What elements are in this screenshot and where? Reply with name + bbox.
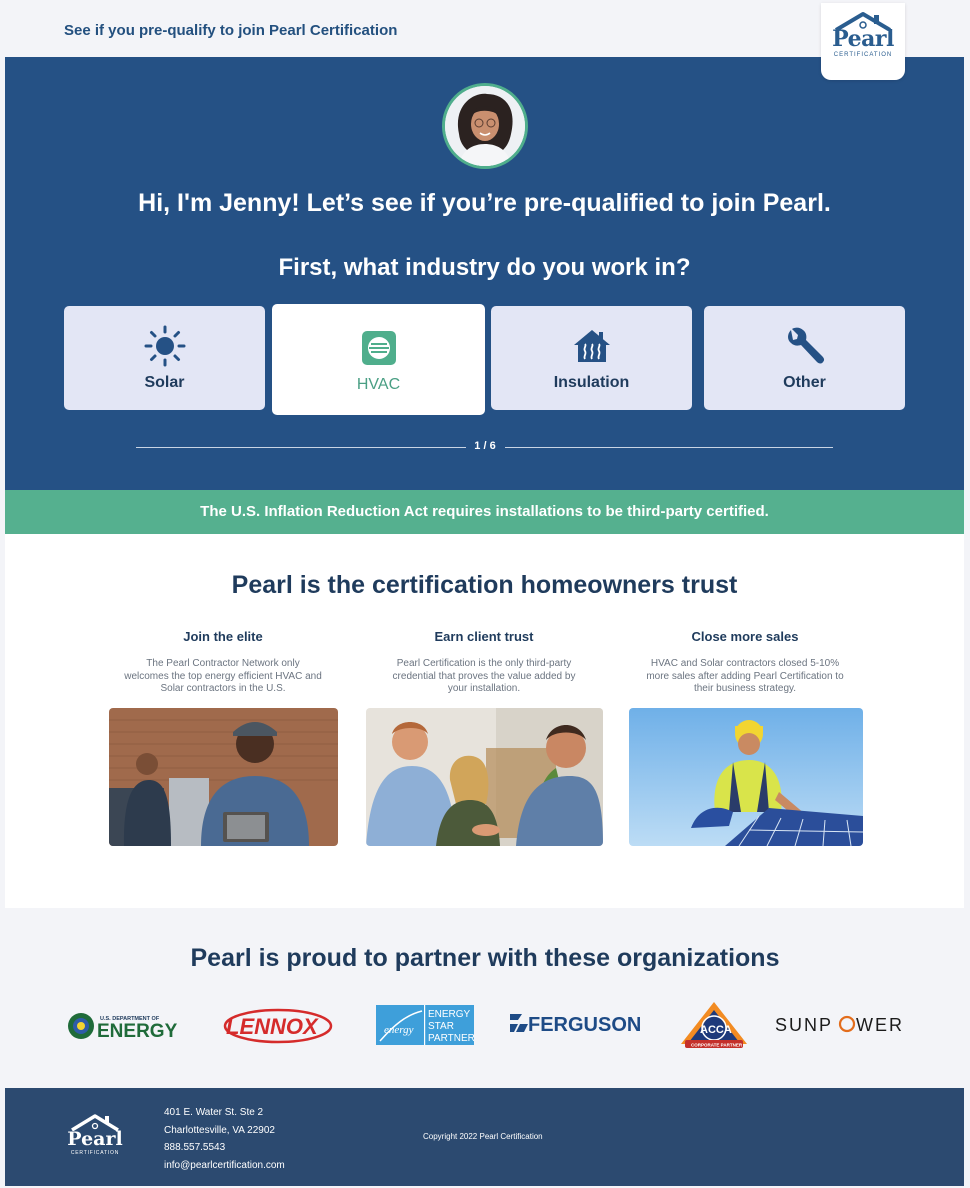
phone-link[interactable]: 888.557.5543 <box>164 1139 285 1157</box>
benefit-join-elite: Join the elite The Pearl Contractor Netw… <box>123 629 323 696</box>
svg-text:energy: energy <box>384 1024 414 1036</box>
benefit-heading: Join the elite <box>183 629 263 644</box>
option-label: Other <box>783 374 826 391</box>
logo-subtext: CERTIFICATION <box>833 52 893 58</box>
option-other[interactable]: Other <box>704 306 905 410</box>
address-line-2: Charlottesville, VA 22902 <box>164 1124 275 1136</box>
hero-section: Hi, I'm Jenny! Let’s see if you’re pre-q… <box>5 57 964 490</box>
progress-line-left <box>136 447 466 448</box>
ira-banner: The U.S. Inflation Reduction Act require… <box>5 490 964 534</box>
progress-text: 1 / 6 <box>474 440 496 452</box>
lennox-text: LENNOX <box>226 1014 319 1039</box>
acca-sub-text: CORPORATE PARTNER <box>691 1043 743 1048</box>
option-hvac[interactable]: HVAC <box>272 304 485 415</box>
option-solar[interactable]: Solar <box>64 306 265 410</box>
acca-text: ACCA <box>700 1024 732 1036</box>
benefit-client-trust: Earn client trust Pearl Certification is… <box>384 629 584 696</box>
person-portrait-icon <box>445 86 525 166</box>
energystar-line-1: ENERGY <box>428 1009 471 1020</box>
ferguson-logo[interactable]: FERGUSON <box>508 1010 650 1036</box>
hero-title: Hi, I'm Jenny! Let’s see if you’re pre-q… <box>138 189 831 217</box>
option-insulation[interactable]: Insulation <box>491 306 692 410</box>
sunpower-logo[interactable]: SUNP WER <box>774 1013 904 1035</box>
step-progress: 1 / 6 <box>136 439 833 455</box>
partners-title: Pearl is proud to partner with these org… <box>190 944 780 972</box>
pearl-logo[interactable]: Pearl CERTIFICATION <box>821 3 905 80</box>
option-label: HVAC <box>356 376 401 393</box>
option-label: Insulation <box>553 374 630 391</box>
benefit-heading: Close more sales <box>691 629 799 644</box>
energy-star-logo[interactable]: energy ENERGY STAR PARTNER <box>376 1005 475 1045</box>
trust-section: Pearl is the certification homeowners tr… <box>5 534 964 908</box>
hvac-unit-icon <box>361 328 396 368</box>
prequalify-heading-link[interactable]: See if you pre-qualify to join Pearl Cer… <box>64 22 397 39</box>
email-link[interactable]: info@pearlcertification.com <box>164 1157 285 1175</box>
benefit-close-sales: Close more sales HVAC and Solar contract… <box>641 629 849 696</box>
acca-logo[interactable]: ACCA CORPORATE PARTNER <box>679 1000 749 1050</box>
house-heat-icon <box>573 326 611 366</box>
benefit-body: The Pearl Contractor Network only welcom… <box>124 658 322 694</box>
technician-photo <box>109 708 338 846</box>
footer-pearl-logo[interactable]: Pearl CERTIFICATION <box>67 1113 123 1156</box>
benefit-body: Pearl Certification is the only third-pa… <box>392 658 576 694</box>
doe-big-text: ENERGY <box>97 1021 178 1042</box>
footer-logo-wordmark: Pearl <box>67 1128 123 1150</box>
logo-wordmark: Pearl <box>832 26 894 52</box>
benefit-heading: Earn client trust <box>434 629 534 644</box>
footer: Pearl CERTIFICATION 401 E. Water St. Ste… <box>5 1088 964 1186</box>
energystar-line-3: PARTNER <box>428 1033 474 1044</box>
address-line-1: 401 E. Water St. Ste 2 <box>164 1107 264 1118</box>
progress-line-right <box>505 447 833 448</box>
doe-energy-logo[interactable]: U.S. DEPARTMENT OF ENERGY <box>66 1010 182 1042</box>
trust-title: Pearl is the certification homeowners tr… <box>231 571 738 599</box>
client-handshake-photo <box>366 708 603 846</box>
sun-icon <box>144 325 186 367</box>
footer-contact: 401 E. Water St. Ste 2 Charlottesville, … <box>164 1104 285 1174</box>
sunpower-part-2: WER <box>856 1015 904 1035</box>
solar-installer-photo <box>629 708 863 846</box>
benefit-body: HVAC and Solar contractors closed 5-10% … <box>646 658 844 694</box>
energystar-line-2: STAR <box>428 1021 454 1032</box>
industry-question: First, what industry do you work in? <box>278 254 691 281</box>
footer-logo-subtext: CERTIFICATION <box>70 1150 120 1156</box>
ferguson-text: FERGUSON <box>528 1014 641 1036</box>
sunpower-part-1: SUNP <box>775 1015 833 1035</box>
lennox-logo[interactable]: LENNOX <box>222 1007 334 1045</box>
copyright-text: Copyright 2022 Pearl Certification <box>423 1132 543 1141</box>
wrench-icon <box>785 326 825 366</box>
option-label: Solar <box>144 374 185 391</box>
jenny-avatar <box>442 83 528 169</box>
